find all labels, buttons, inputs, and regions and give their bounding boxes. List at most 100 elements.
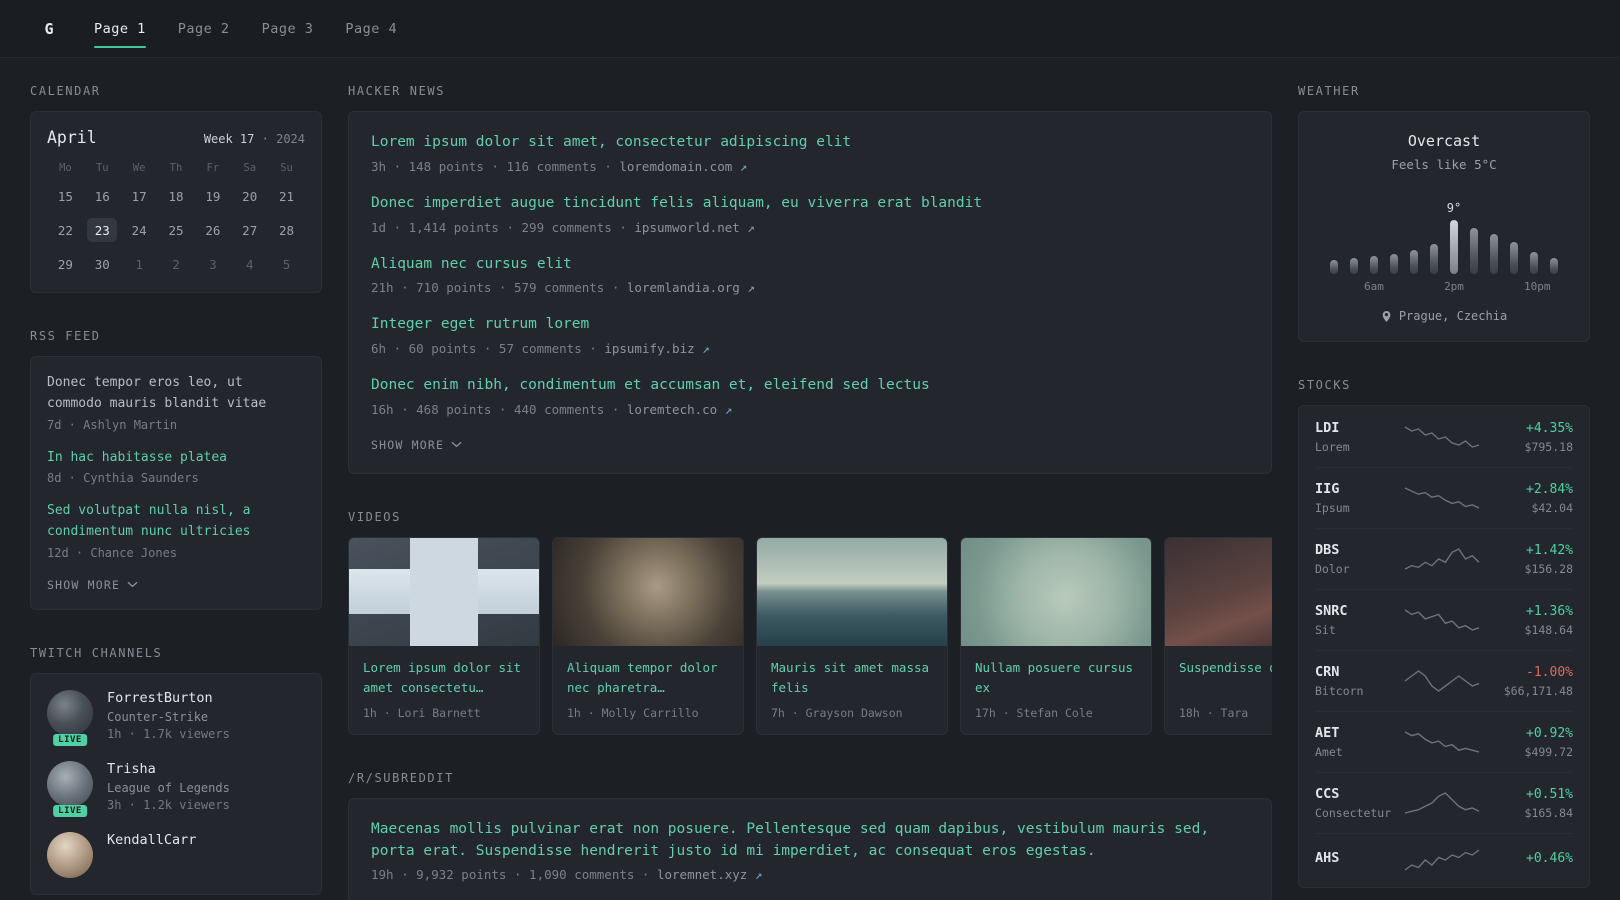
channel-info: ForrestBurton Counter-Strike 1h · 1.7k v… [107, 690, 230, 741]
story-meta: 6h · 60 points · 57 comments · ipsumify.… [371, 341, 1249, 356]
weather-bar-slot [1364, 256, 1384, 274]
weather-time-label [1404, 280, 1424, 293]
stock-row[interactable]: AHS +0.46% [1315, 833, 1573, 886]
stock-row[interactable]: DBS Dolor +1.42% $156.28 [1315, 528, 1573, 589]
external-link-icon: ↗ [747, 219, 755, 235]
stock-row[interactable]: CCS Consectetur +0.51% $165.84 [1315, 772, 1573, 833]
video-thumbnail [349, 537, 539, 646]
rss-item-title[interactable]: Sed volutpat nulla nisl, a condimentum n… [47, 501, 305, 543]
post-domain-link[interactable]: loremnet.xyz [657, 867, 747, 882]
stock-row[interactable]: AET Amet +0.92% $499.72 [1315, 711, 1573, 772]
video-meta: 1h · Lori Barnett [363, 705, 481, 720]
video-card[interactable]: Aliquam tempor dolor nec pharetra… 1h · … [552, 536, 744, 735]
video-thumbnail [553, 537, 743, 646]
rss-widget: RSS FEED Donec tempor eros leo, ut commo… [30, 329, 322, 610]
weather-bar [1430, 244, 1438, 274]
calendar-day: 3 [209, 256, 217, 272]
calendar-day: 19 [205, 188, 221, 204]
weather-bar-slot [1464, 228, 1484, 274]
videos-widget: VIDEOS Lorem ipsum dolor sit amet consec… [348, 510, 1272, 735]
story-domain-link[interactable]: ipsumworld.net [634, 220, 739, 235]
video-card[interactable]: Nullam posuere cursus ex 17h · Stefan Co… [960, 536, 1152, 735]
twitch-widget: TWITCH CHANNELS LIVE ForrestBurton Count… [30, 646, 322, 895]
channel-avatar-wrap: LIVE [47, 760, 93, 817]
hackernews-item: Integer eget rutrum lorem 6h · 60 points… [371, 314, 1249, 356]
rss-item-title[interactable]: In hac habitasse platea [47, 448, 305, 469]
tab-page-1[interactable]: Page 1 [94, 0, 146, 57]
post-meta: 19h · 9,932 points · 1,090 comments · lo… [371, 867, 1249, 882]
story-title[interactable]: Lorem ipsum dolor sit amet, consectetur … [371, 132, 1249, 154]
story-domain-link[interactable]: loremlandia.org [627, 280, 740, 295]
post-title[interactable]: Maecenas mollis pulvinar erat non posuer… [371, 819, 1249, 863]
calendar-week-label: Week 17 [203, 132, 255, 146]
video-body: Mauris sit amet massa felis 7h · Grayson… [757, 646, 947, 734]
twitch-channel[interactable]: LIVE ForrestBurton Counter-Strike 1h · 1… [47, 689, 305, 746]
video-thumbnail [1165, 537, 1272, 646]
story-domain-link[interactable]: loremdomain.com [619, 159, 732, 174]
stock-name: Dolor [1315, 562, 1350, 576]
story-title[interactable]: Aliquam nec cursus elit [371, 254, 1249, 276]
stock-change: +1.36% [1526, 603, 1573, 619]
tab-page-3[interactable]: Page 3 [262, 0, 314, 57]
stock-values: +2.84% $42.04 [1480, 482, 1573, 515]
stock-sparkline [1404, 546, 1480, 572]
stock-symbol: SNRC [1315, 603, 1348, 619]
stock-values: +1.42% $156.28 [1480, 543, 1573, 576]
video-title: Nullam posuere cursus ex [975, 659, 1134, 695]
rss-card: Donec tempor eros leo, ut commodo mauris… [30, 356, 322, 610]
rss-item: Donec tempor eros leo, ut commodo mauris… [47, 373, 305, 432]
rss-show-more-button[interactable]: SHOW MORE [47, 578, 138, 592]
stock-row[interactable]: SNRC Sit +1.36% $148.64 [1315, 589, 1573, 650]
videos-header: VIDEOS [348, 509, 401, 524]
stock-price: $66,171.48 [1503, 683, 1573, 698]
story-title[interactable]: Donec enim nibh, condimentum et accumsan… [371, 375, 1249, 397]
stock-values: +0.92% $499.72 [1480, 726, 1573, 759]
rss-item-title[interactable]: Donec tempor eros leo, ut commodo mauris… [47, 373, 305, 415]
stock-price: $148.64 [1524, 622, 1573, 637]
app-logo[interactable]: G [34, 20, 64, 38]
calendar-weekday-label: Sa [243, 162, 257, 174]
tab-page-2[interactable]: Page 2 [178, 0, 230, 57]
subreddit-header: /R/SUBREDDIT [348, 770, 454, 785]
tab-page-4[interactable]: Page 4 [345, 0, 397, 57]
rss-item: In hac habitasse platea 8d · Cynthia Sau… [47, 448, 305, 486]
story-meta-text: 1d · 1,414 points · 299 comments · [371, 219, 627, 235]
story-domain-link[interactable]: loremtech.co [627, 402, 717, 417]
stock-sparkline [1404, 424, 1480, 450]
stock-id: CRN Bitcorn [1315, 664, 1404, 698]
weather-bar-slot [1324, 260, 1344, 274]
video-title: Mauris sit amet massa felis [771, 659, 930, 695]
calendar-weekday-label: Mo [59, 162, 72, 174]
stock-sparkline [1404, 847, 1480, 873]
video-card[interactable]: Suspendisse diam 18h · Tara [1164, 536, 1272, 735]
weather-time-label [1324, 280, 1344, 293]
weather-bar-chart: 9° [1324, 188, 1564, 274]
stock-row[interactable]: CRN Bitcorn -1.00% $66,171.48 [1315, 650, 1573, 711]
video-body: Aliquam tempor dolor nec pharetra… 1h · … [553, 646, 743, 734]
stock-row[interactable]: IIG Ipsum +2.84% $42.04 [1315, 467, 1573, 528]
right-column: WEATHER Overcast Feels like 5°C 9° 6am 2p… [1298, 84, 1590, 900]
calendar-day: 26 [205, 222, 221, 238]
video-title: Lorem ipsum dolor sit amet consectetu… [363, 659, 522, 695]
stock-row[interactable]: LDI Lorem +4.35% $795.18 [1315, 407, 1573, 467]
stock-price: $42.04 [1531, 500, 1573, 515]
video-card[interactable]: Lorem ipsum dolor sit amet consectetu… 1… [348, 536, 540, 735]
weather-bar [1470, 228, 1478, 274]
story-domain-link[interactable]: ipsumify.biz [604, 341, 694, 356]
twitch-channel[interactable]: LIVE Trisha League of Legends 3h · 1.2k … [47, 760, 305, 817]
twitch-channel[interactable]: KendallCarr [47, 831, 305, 878]
stock-values: +1.36% $148.64 [1480, 604, 1573, 637]
stock-price: $795.18 [1524, 439, 1573, 454]
channel-info: KendallCarr [107, 832, 196, 878]
video-card[interactable]: Mauris sit amet massa felis 7h · Grayson… [756, 536, 948, 735]
channel-info: Trisha League of Legends 3h · 1.2k viewe… [107, 761, 230, 812]
calendar-header: CALENDAR [30, 84, 101, 98]
story-title[interactable]: Integer eget rutrum lorem [371, 314, 1249, 336]
story-meta-text: 21h · 710 points · 579 comments · [371, 280, 620, 296]
story-title[interactable]: Donec imperdiet augue tincidunt felis al… [371, 193, 1249, 215]
hackernews-show-more-button[interactable]: SHOW MORE [371, 438, 462, 452]
weather-time-label: 6am [1364, 280, 1384, 293]
video-meta: 1h · Molly Carrillo [567, 705, 699, 720]
rss-header: RSS FEED [30, 329, 101, 343]
hackernews-item: Aliquam nec cursus elit 21h · 710 points… [371, 254, 1249, 296]
